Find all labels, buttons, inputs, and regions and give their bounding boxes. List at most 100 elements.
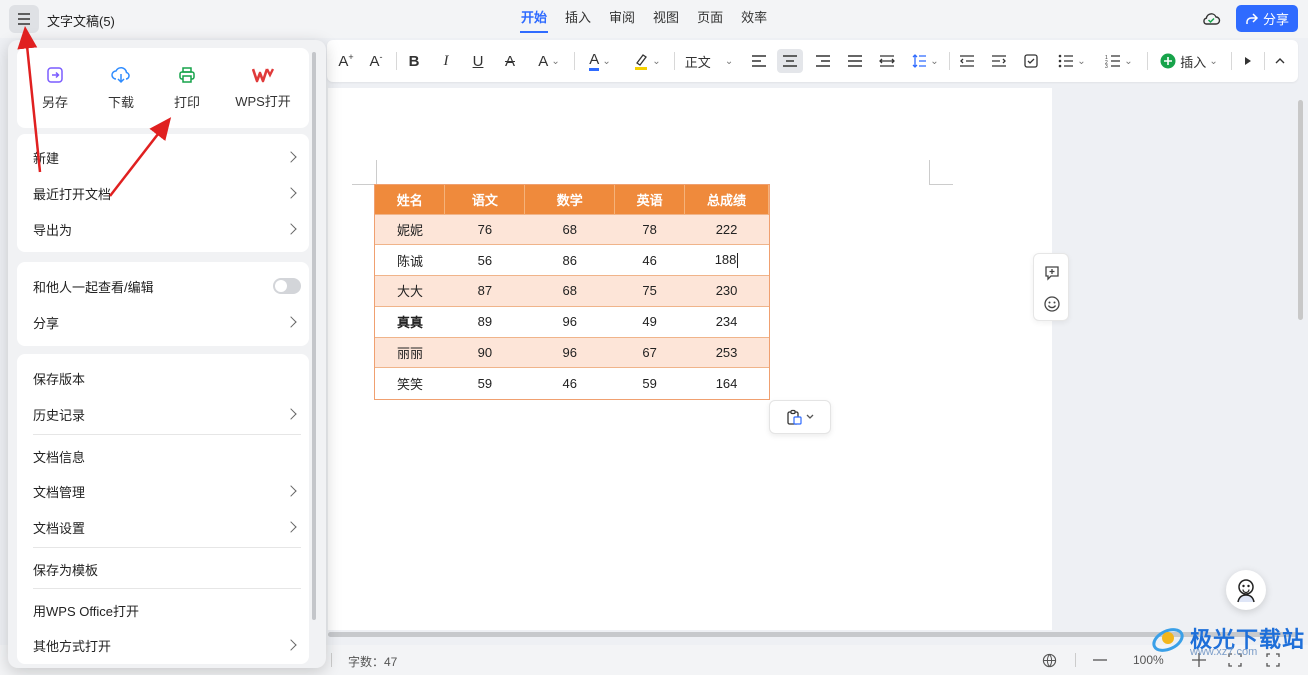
document-title[interactable]: 文字文稿(5) — [47, 11, 115, 30]
table-cell[interactable]: 230 — [684, 275, 769, 307]
table-cell[interactable]: 笑笑 — [375, 367, 445, 399]
cloud-sync-icon[interactable] — [1201, 9, 1221, 29]
tab-page[interactable]: 页面 — [688, 0, 732, 38]
decrease-font-button[interactable]: A- — [365, 49, 387, 73]
table-cell[interactable]: 真真 — [375, 305, 445, 338]
co-edit-toggle[interactable] — [273, 278, 301, 294]
share-button[interactable]: 分享 — [1236, 5, 1298, 32]
font-color-button[interactable]: A ⌄ — [581, 49, 619, 73]
table-cell[interactable]: 46 — [524, 367, 615, 399]
table-cell[interactable]: 87 — [444, 275, 525, 307]
table-cell[interactable]: 49 — [614, 305, 685, 338]
download-button[interactable]: 下载 — [95, 48, 147, 128]
menu-item-save-version[interactable]: 保存版本 — [33, 365, 301, 391]
tab-view[interactable]: 视图 — [644, 0, 688, 38]
column-header[interactable]: 英语 — [614, 185, 686, 214]
menu-item-label: 和他人一起查看/编辑 — [33, 279, 154, 295]
table-row: 真真 89 96 49 234 — [375, 305, 769, 338]
emoji-icon[interactable] — [1043, 295, 1061, 313]
underline-button[interactable]: U — [467, 49, 489, 73]
decrease-indent-button[interactable] — [956, 49, 978, 73]
column-header[interactable]: 数学 — [524, 185, 616, 214]
table-cell[interactable]: 56 — [444, 244, 525, 276]
table-cell[interactable]: 89 — [444, 305, 525, 338]
add-comment-icon[interactable] — [1043, 264, 1061, 282]
table-cell[interactable]: 妮妮 — [375, 213, 445, 245]
table-cell[interactable]: 78 — [614, 213, 685, 245]
table-cell[interactable]: 86 — [524, 244, 615, 276]
table-cell[interactable]: 陈诚 — [375, 244, 445, 276]
justify-button[interactable] — [844, 49, 866, 73]
table-cell[interactable]: 96 — [524, 305, 615, 338]
distribute-button[interactable] — [876, 49, 898, 73]
tab-review[interactable]: 审阅 — [600, 0, 644, 38]
table-cell[interactable]: 222 — [684, 213, 769, 245]
menu-item-open-other[interactable]: 其他方式打开 — [33, 632, 301, 658]
bold-button[interactable]: B — [403, 49, 425, 73]
more-tools-button[interactable] — [1239, 49, 1257, 73]
menu-item-co-edit[interactable]: 和他人一起查看/编辑 — [33, 273, 301, 299]
align-center-button[interactable] — [777, 49, 803, 73]
save-as-button[interactable]: 另存 — [29, 48, 81, 128]
table-cell[interactable]: 59 — [444, 367, 525, 399]
column-header[interactable]: 总成绩 — [684, 185, 769, 214]
table-cell[interactable]: 46 — [614, 244, 685, 276]
paragraph-style-select[interactable]: 正文 ⌄ — [681, 49, 737, 73]
table-cell[interactable]: 67 — [614, 336, 685, 368]
numbered-list-button[interactable]: 1 2 3 ⌄ — [1099, 49, 1139, 73]
menu-item-new[interactable]: 新建 — [33, 144, 301, 170]
table-cell[interactable]: 96 — [524, 336, 615, 368]
increase-indent-button[interactable] — [988, 49, 1010, 73]
print-button[interactable]: 打印 — [161, 48, 213, 128]
main-menu-button[interactable] — [9, 5, 39, 33]
menu-scrollbar[interactable] — [312, 52, 316, 620]
align-right-button[interactable] — [812, 49, 834, 73]
menu-item-doc-info[interactable]: 文档信息 — [33, 443, 301, 469]
paste-options-button[interactable] — [769, 400, 831, 434]
table-cell[interactable]: 164 — [684, 367, 769, 399]
strikethrough-button[interactable]: A — [499, 49, 521, 73]
table-cell[interactable]: 68 — [524, 275, 615, 307]
assistant-button[interactable] — [1226, 570, 1266, 610]
insert-button[interactable]: 插入 ⌄ — [1155, 49, 1223, 73]
tab-efficiency[interactable]: 效率 — [732, 0, 776, 38]
vertical-scrollbar[interactable] — [1298, 100, 1303, 320]
table-cell[interactable]: 丽丽 — [375, 336, 445, 368]
menu-item-save-template[interactable]: 保存为模板 — [33, 556, 301, 582]
bullet-list-button[interactable]: ⌄ — [1052, 49, 1092, 73]
menu-item-doc-manage[interactable]: 文档管理 — [33, 478, 301, 504]
tab-insert[interactable]: 插入 — [556, 0, 600, 38]
score-table[interactable]: 姓名 语文 数学 英语 总成绩 妮妮 76 68 78 222 陈诚 56 86… — [374, 184, 770, 400]
line-spacing-button[interactable]: ⌄ — [908, 49, 942, 73]
open-in-wps-button[interactable]: WPS打开 — [227, 48, 299, 128]
menu-item-export[interactable]: 导出为 — [33, 216, 301, 242]
table-cell[interactable]: 253 — [684, 336, 769, 368]
checklist-button[interactable] — [1020, 49, 1042, 73]
table-cell[interactable]: 59 — [614, 367, 685, 399]
menu-item-history[interactable]: 历史记录 — [33, 401, 301, 427]
table-cell-active[interactable]: 188 — [684, 244, 769, 276]
highlight-button[interactable]: ⌄ — [627, 49, 667, 73]
table-cell[interactable]: 68 — [524, 213, 615, 245]
table-cell[interactable]: 90 — [444, 336, 525, 368]
table-cell[interactable]: 大大 — [375, 275, 445, 307]
text-effect-button[interactable]: A ⌄ — [531, 49, 567, 73]
table-cell[interactable]: 76 — [444, 213, 525, 245]
increase-font-button[interactable]: A+ — [335, 49, 357, 73]
quick-actions-card: 另存 下载 打印 WPS打开 — [17, 48, 309, 128]
menu-item-share[interactable]: 分享 — [33, 309, 301, 335]
chevron-up-icon — [1275, 58, 1285, 64]
globe-icon[interactable] — [1042, 653, 1057, 668]
collapse-toolbar-button[interactable] — [1270, 49, 1290, 73]
column-header[interactable]: 语文 — [444, 185, 526, 214]
table-cell[interactable]: 75 — [614, 275, 685, 307]
menu-item-doc-settings[interactable]: 文档设置 — [33, 514, 301, 540]
tab-home[interactable]: 开始 — [512, 0, 556, 38]
align-left-button[interactable] — [748, 49, 770, 73]
menu-item-open-wps-office[interactable]: 用WPS Office打开 — [33, 597, 301, 623]
menu-item-recent[interactable]: 最近打开文档 — [33, 180, 301, 206]
zoom-out-icon[interactable] — [1093, 659, 1107, 661]
italic-button[interactable]: I — [435, 49, 457, 73]
column-header[interactable]: 姓名 — [375, 185, 446, 214]
table-cell[interactable]: 234 — [684, 305, 769, 338]
